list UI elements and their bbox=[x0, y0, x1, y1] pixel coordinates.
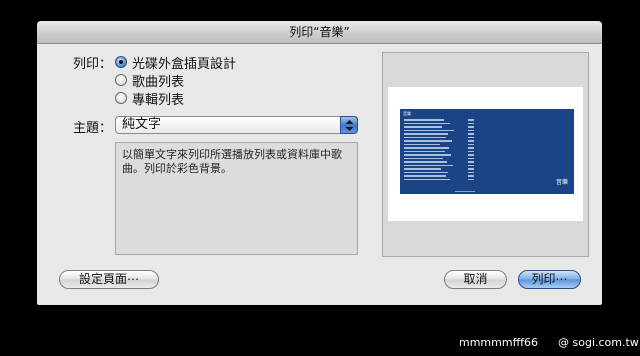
cover-track-time bbox=[468, 143, 474, 145]
theme-select-value: 純文字 bbox=[122, 117, 162, 132]
dialog-title: 列印“音樂” bbox=[37, 21, 602, 44]
cover-track-line bbox=[404, 178, 450, 180]
cover-track-time bbox=[468, 154, 474, 156]
preview-cover: 音樂 音樂 bbox=[400, 109, 574, 194]
print-dialog: 列印“音樂” 列印： 光碟外盒插頁設計 歌曲列表 專輯列表 主題： 純文字 以簡… bbox=[37, 21, 602, 305]
cover-track-line bbox=[404, 133, 448, 135]
cover-track-line bbox=[404, 129, 454, 131]
cover-track-line bbox=[404, 126, 442, 128]
watermark-right: @ sogi.com.tw bbox=[558, 336, 639, 349]
cover-track-line bbox=[404, 136, 446, 138]
print-label: 列印： bbox=[73, 57, 113, 72]
cover-track-time bbox=[468, 175, 474, 177]
radio-song-list[interactable]: 歌曲列表 bbox=[115, 71, 185, 90]
cover-track-time bbox=[468, 150, 474, 152]
page-setup-button[interactable]: 設定頁面⋯ bbox=[59, 270, 159, 289]
cover-track-time bbox=[468, 164, 474, 166]
cover-track-line bbox=[404, 140, 452, 142]
cover-track-line bbox=[404, 161, 447, 163]
cover-track-time bbox=[468, 133, 474, 135]
cover-track-time bbox=[468, 168, 474, 170]
radio-cd-jewel-case[interactable]: 光碟外盒插頁設計 bbox=[115, 53, 237, 72]
cover-track-time bbox=[468, 122, 474, 124]
cancel-button[interactable]: 取消 bbox=[444, 270, 507, 289]
cover-title: 音樂 bbox=[403, 111, 411, 116]
theme-select[interactable]: 純文字 bbox=[115, 116, 358, 134]
cover-track-line bbox=[404, 154, 451, 156]
radio-unselected-icon[interactable] bbox=[115, 74, 127, 86]
cover-track-line bbox=[404, 157, 443, 159]
cover-track-time bbox=[468, 171, 474, 173]
cover-track-line bbox=[404, 168, 441, 170]
cover-track-time bbox=[468, 178, 474, 180]
cover-track-time bbox=[468, 136, 474, 138]
cover-track-time bbox=[468, 140, 474, 142]
cover-track-time bbox=[468, 147, 474, 149]
theme-label: 主題： bbox=[73, 121, 113, 136]
cover-footer-line bbox=[455, 191, 475, 192]
radio-label: 歌曲列表 bbox=[132, 74, 185, 90]
cover-track-line bbox=[404, 150, 445, 152]
cover-track-time bbox=[468, 119, 474, 121]
cover-track-line bbox=[404, 175, 446, 177]
print-preview: 音樂 音樂 bbox=[382, 52, 589, 257]
cover-brand: 音樂 bbox=[555, 179, 568, 186]
cover-track-time bbox=[468, 157, 474, 159]
cover-track-time bbox=[468, 126, 474, 128]
radio-label: 專輯列表 bbox=[132, 92, 185, 108]
watermark-left: mmmmmfff66 bbox=[459, 336, 539, 349]
radio-album-list[interactable]: 專輯列表 bbox=[115, 89, 185, 108]
cover-track-line bbox=[404, 119, 444, 121]
theme-description: 以簡單文字來列印所選播放列表或資料庫中歌曲。列印於彩色背景。 bbox=[115, 142, 358, 255]
select-arrows-icon[interactable] bbox=[340, 116, 358, 134]
radio-selected-icon[interactable] bbox=[115, 56, 127, 68]
radio-label: 光碟外盒插頁設計 bbox=[132, 56, 237, 72]
cover-track-line bbox=[404, 171, 448, 173]
cover-track-line bbox=[404, 147, 449, 149]
cover-track-line bbox=[404, 122, 450, 124]
cover-track-line bbox=[404, 143, 440, 145]
cover-track-line bbox=[404, 164, 453, 166]
cover-track-time bbox=[468, 161, 474, 163]
radio-unselected-icon[interactable] bbox=[115, 92, 127, 104]
print-button[interactable]: 列印⋯ bbox=[518, 270, 581, 289]
cover-track-time bbox=[468, 129, 474, 131]
